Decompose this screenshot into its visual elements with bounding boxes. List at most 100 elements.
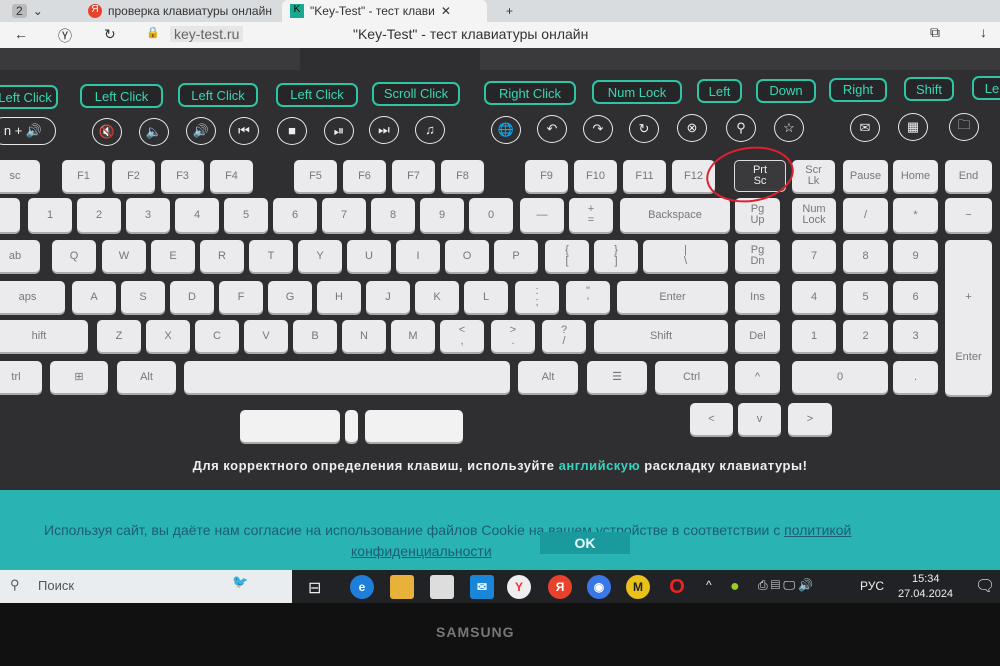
key[interactable]: | \ [643, 240, 728, 272]
key[interactable]: 4 [175, 198, 219, 232]
key[interactable]: 7 [322, 198, 366, 232]
back-icon[interactable]: ← [14, 26, 28, 42]
key[interactable]: } ] [594, 240, 638, 272]
key[interactable]: U [347, 240, 391, 272]
key[interactable]: H [317, 281, 361, 313]
key[interactable]: L [464, 281, 508, 313]
key[interactable]: Pause [843, 160, 888, 192]
key[interactable]: 8 [843, 240, 888, 272]
key[interactable]: B [293, 320, 337, 352]
edge-icon[interactable]: e [350, 575, 374, 599]
key[interactable]: F6 [343, 160, 386, 192]
bottom-bar[interactable] [240, 410, 340, 442]
key[interactable]: hift [0, 320, 88, 352]
privacy-link[interactable]: политикой [784, 522, 851, 538]
key[interactable]: aps [0, 281, 65, 313]
key[interactable]: Backspace [620, 198, 730, 232]
key[interactable]: 3 [126, 198, 170, 232]
file-explorer-icon[interactable] [390, 575, 414, 599]
notifications-icon[interactable]: 🗨 [975, 576, 995, 596]
key[interactable]: < , [440, 320, 484, 352]
key[interactable]: 7 [792, 240, 836, 272]
key[interactable]: { [ [545, 240, 589, 272]
key[interactable]: − [945, 198, 992, 232]
key[interactable]: K [415, 281, 459, 313]
key[interactable]: Alt [117, 361, 176, 393]
key[interactable]: : ; [515, 281, 559, 313]
key[interactable] [0, 198, 20, 232]
key[interactable]: V [244, 320, 288, 352]
key[interactable]: Q [52, 240, 96, 272]
refresh-icon[interactable]: ↻ [104, 26, 116, 43]
key[interactable]: 1 [792, 320, 836, 352]
tray-icons[interactable]: ⎙ ▤ 🖵 🔊 [758, 578, 813, 593]
key[interactable]: — [520, 198, 564, 232]
key[interactable]: F11 [623, 160, 666, 192]
url-field[interactable]: key-test.ru [170, 26, 244, 42]
key[interactable]: Y [298, 240, 342, 272]
key[interactable]: X [146, 320, 190, 352]
key[interactable]: Pg Dn [735, 240, 780, 272]
key[interactable]: 0 [469, 198, 513, 232]
clock-date[interactable]: 27.04.2024 [898, 588, 953, 600]
key[interactable]: Ctrl [655, 361, 728, 393]
key[interactable]: 9 [420, 198, 464, 232]
bottom-bar[interactable] [345, 410, 358, 442]
yandex-logo-icon[interactable]: Ⓨ [58, 26, 72, 46]
key[interactable]: . [893, 361, 938, 393]
key[interactable]: Z [97, 320, 141, 352]
key[interactable]: F9 [525, 160, 568, 192]
key[interactable]: 4 [792, 281, 836, 313]
key[interactable]: Scr Lk [792, 160, 835, 192]
key[interactable]: G [268, 281, 312, 313]
cookie-ok-button[interactable]: OK [540, 532, 630, 554]
key[interactable]: Home [893, 160, 938, 192]
store-icon[interactable] [430, 575, 454, 599]
key[interactable]: 6 [893, 281, 938, 313]
key[interactable]: F4 [210, 160, 253, 192]
key[interactable]: < [690, 403, 733, 435]
key[interactable]: Shift [594, 320, 728, 352]
key[interactable]: ⊞ [50, 361, 108, 393]
key[interactable]: 5 [843, 281, 888, 313]
key[interactable]: 3 [893, 320, 938, 352]
chevron-up-icon[interactable]: ^ [706, 578, 712, 592]
key[interactable]: Pg Up [735, 198, 780, 232]
key[interactable]: F [219, 281, 263, 313]
key[interactable]: End [945, 160, 992, 192]
extensions-icon[interactable]: ⧉ [930, 24, 940, 41]
yandex-market-icon[interactable]: M [626, 575, 650, 599]
key[interactable]: v [738, 403, 781, 435]
key[interactable]: Ins [735, 281, 780, 313]
key[interactable]: / [843, 198, 888, 232]
key[interactable]: E [151, 240, 195, 272]
key[interactable]: ☰ [587, 361, 647, 393]
key[interactable]: F7 [392, 160, 435, 192]
key[interactable]: A [72, 281, 116, 313]
key[interactable]: F3 [161, 160, 204, 192]
opera-icon[interactable]: O [665, 575, 689, 599]
key[interactable]: + = [569, 198, 613, 232]
clock-time[interactable]: 15:34 [912, 573, 940, 585]
close-icon[interactable]: ✕ [441, 4, 451, 18]
yandex-browser-icon[interactable]: Y [507, 575, 531, 599]
key[interactable]: trl [0, 361, 42, 393]
key[interactable]: " ' [566, 281, 610, 313]
key[interactable]: ? / [542, 320, 586, 352]
key[interactable]: O [445, 240, 489, 272]
privacy-link-2[interactable]: конфиденциальности [351, 543, 492, 559]
bottom-bar[interactable] [365, 410, 463, 442]
key[interactable]: J [366, 281, 410, 313]
discord-icon[interactable]: ◉ [587, 575, 611, 599]
key[interactable]: 2 [843, 320, 888, 352]
key[interactable]: I [396, 240, 440, 272]
key[interactable]: D [170, 281, 214, 313]
key[interactable]: R [200, 240, 244, 272]
key[interactable]: F10 [574, 160, 617, 192]
key[interactable]: W [102, 240, 146, 272]
tab-yandex[interactable]: Япроверка клавиатуры онлайн [80, 0, 280, 22]
tab-counter[interactable]: 2 ⌄ [4, 0, 52, 22]
key[interactable]: 0 [792, 361, 888, 393]
taskbar-search[interactable]: ⚲ Поиск 🐦 [0, 570, 292, 603]
key[interactable]: N [342, 320, 386, 352]
